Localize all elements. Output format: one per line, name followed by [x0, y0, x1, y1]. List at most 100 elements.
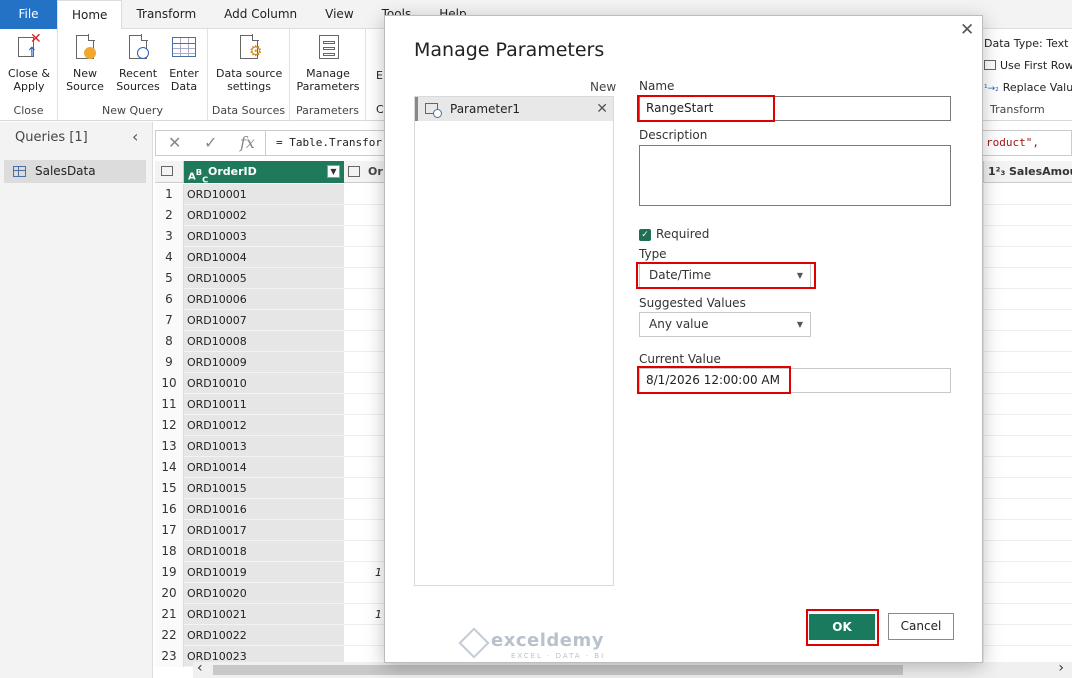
tab-transform[interactable]: Transform	[122, 0, 210, 29]
row-number[interactable]: 3	[155, 226, 184, 247]
table-menu-icon[interactable]	[155, 161, 184, 183]
scroll-right-icon[interactable]: ›	[1058, 660, 1064, 676]
row-number[interactable]: 2	[155, 205, 184, 226]
orderid-cell[interactable]: ORD10013	[184, 436, 344, 457]
row-number[interactable]: 7	[155, 310, 184, 331]
date-cell[interactable]	[344, 268, 384, 289]
date-cell[interactable]	[344, 247, 384, 268]
scrollbar-thumb[interactable]	[213, 665, 903, 675]
new-parameter-link[interactable]: New	[590, 80, 616, 94]
row-number[interactable]: 9	[155, 352, 184, 373]
row-number[interactable]: 20	[155, 583, 184, 604]
column-header-salesamount[interactable]: 1²₃ SalesAmount	[983, 161, 1072, 183]
row-number[interactable]: 10	[155, 373, 184, 394]
delete-parameter-icon[interactable]: ✕	[596, 97, 608, 121]
orderid-cell[interactable]: ORD10021	[184, 604, 344, 625]
required-checkbox[interactable]: ✓	[639, 229, 651, 241]
current-value-input[interactable]: 8/1/2026 12:00:00 AM	[639, 368, 951, 393]
salesamount-cell[interactable]	[983, 583, 1072, 604]
date-cell[interactable]	[344, 499, 384, 520]
row-number[interactable]: 11	[155, 394, 184, 415]
salesamount-cell[interactable]	[983, 310, 1072, 331]
horizontal-scrollbar[interactable]: ‹ ›	[193, 660, 1072, 678]
salesamount-cell[interactable]	[983, 331, 1072, 352]
orderid-cell[interactable]: ORD10019	[184, 562, 344, 583]
salesamount-cell[interactable]	[983, 184, 1072, 205]
scroll-left-icon[interactable]: ‹	[197, 660, 203, 676]
new-source-button[interactable]: New Source	[64, 33, 106, 93]
orderid-cell[interactable]: ORD10007	[184, 310, 344, 331]
data-source-settings-button[interactable]: ⚙ Data source settings	[216, 33, 282, 93]
orderid-cell[interactable]: ORD10011	[184, 394, 344, 415]
row-number[interactable]: 13	[155, 436, 184, 457]
salesamount-cell[interactable]	[983, 520, 1072, 541]
fx-icon[interactable]: fx	[240, 133, 255, 152]
orderid-cell[interactable]: ORD10009	[184, 352, 344, 373]
salesamount-cell[interactable]	[983, 562, 1072, 583]
row-number[interactable]: 14	[155, 457, 184, 478]
salesamount-cell[interactable]	[983, 478, 1072, 499]
column-header-date[interactable]: Or	[344, 161, 384, 183]
salesamount-cell[interactable]	[983, 268, 1072, 289]
date-cell[interactable]	[344, 583, 384, 604]
date-cell[interactable]	[344, 457, 384, 478]
salesamount-cell[interactable]	[983, 394, 1072, 415]
column-header-orderid[interactable]: ABC OrderID ▼	[184, 161, 344, 184]
date-cell[interactable]	[344, 394, 384, 415]
orderid-cell[interactable]: ORD10003	[184, 226, 344, 247]
orderid-cell[interactable]: ORD10012	[184, 415, 344, 436]
orderid-cell[interactable]: ORD10016	[184, 499, 344, 520]
confirm-formula-icon[interactable]: ✓	[204, 133, 217, 152]
row-number[interactable]: 17	[155, 520, 184, 541]
date-cell[interactable]	[344, 226, 384, 247]
orderid-cell[interactable]: ORD10015	[184, 478, 344, 499]
tab-add-column[interactable]: Add Column	[210, 0, 311, 29]
row-number[interactable]: 6	[155, 289, 184, 310]
date-cell[interactable]	[344, 520, 384, 541]
salesamount-cell[interactable]	[983, 226, 1072, 247]
orderid-cell[interactable]: ORD10018	[184, 541, 344, 562]
tab-view[interactable]: View	[311, 0, 367, 29]
row-number[interactable]: 1	[155, 184, 184, 205]
orderid-cell[interactable]: ORD10020	[184, 583, 344, 604]
query-item-salesdata[interactable]: SalesData	[4, 160, 146, 183]
row-number[interactable]: 4	[155, 247, 184, 268]
name-input[interactable]: RangeStart	[639, 96, 951, 121]
date-cell[interactable]	[344, 205, 384, 226]
orderid-cell[interactable]: ORD10014	[184, 457, 344, 478]
date-cell[interactable]	[344, 289, 384, 310]
salesamount-cell[interactable]	[983, 247, 1072, 268]
date-cell[interactable]	[344, 352, 384, 373]
close-apply-button[interactable]: ✕ ↑ Close & Apply	[6, 32, 52, 93]
date-cell[interactable]	[344, 373, 384, 394]
orderid-cell[interactable]: ORD10010	[184, 373, 344, 394]
row-number[interactable]: 21	[155, 604, 184, 625]
salesamount-cell[interactable]	[983, 436, 1072, 457]
date-cell[interactable]	[344, 184, 384, 205]
row-number[interactable]: 22	[155, 625, 184, 646]
close-icon[interactable]: ✕	[960, 20, 974, 40]
date-cell[interactable]	[344, 436, 384, 457]
row-number[interactable]: 5	[155, 268, 184, 289]
cancel-formula-icon[interactable]: ✕	[168, 133, 181, 152]
enter-data-button[interactable]: Enter Data	[166, 33, 202, 93]
orderid-cell[interactable]: ORD10017	[184, 520, 344, 541]
date-cell[interactable]	[344, 478, 384, 499]
type-dropdown[interactable]: Date/Time ▼	[639, 263, 811, 288]
row-number[interactable]: 19	[155, 562, 184, 583]
tab-home[interactable]: Home	[57, 0, 123, 30]
orderid-cell[interactable]: ORD10008	[184, 331, 344, 352]
date-cell[interactable]: 1	[344, 604, 384, 625]
salesamount-cell[interactable]	[983, 457, 1072, 478]
collapse-chevron-icon[interactable]: ‹	[132, 127, 138, 146]
row-number[interactable]: 12	[155, 415, 184, 436]
cancel-button[interactable]: Cancel	[888, 613, 954, 640]
row-number[interactable]: 15	[155, 478, 184, 499]
row-number[interactable]: 18	[155, 541, 184, 562]
salesamount-cell[interactable]	[983, 499, 1072, 520]
description-input[interactable]	[639, 145, 951, 206]
date-cell[interactable]	[344, 541, 384, 562]
replace-values-button[interactable]: ¹→₂Replace Value	[984, 77, 1072, 99]
salesamount-cell[interactable]	[983, 205, 1072, 226]
suggested-values-dropdown[interactable]: Any value ▼	[639, 312, 811, 337]
